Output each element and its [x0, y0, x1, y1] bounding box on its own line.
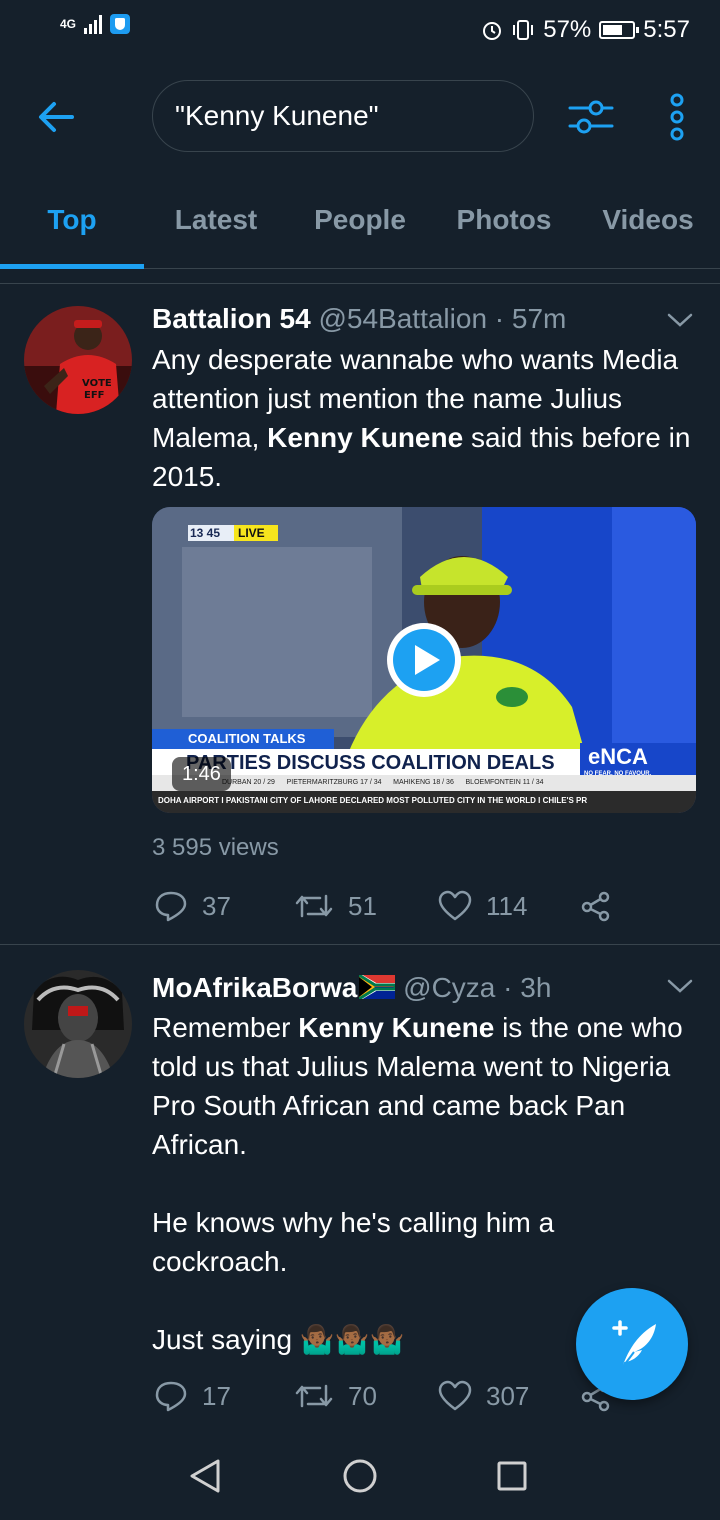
like-button[interactable]: 114	[438, 886, 527, 926]
svg-text:EFF: EFF	[84, 390, 105, 401]
video-headline: PARTIES DISCUSS COALITION DEALS	[186, 752, 555, 774]
video-slogan: NO FEAR. NO FAVOUR.	[584, 771, 652, 777]
tweet-header: MoAfrikaBorwa @Cyza · 3h	[152, 972, 551, 1004]
video-weather: DURBAN 20 / 29 PIETERMARITZBURG 17 / 34 …	[222, 779, 544, 786]
reply-button[interactable]: 37	[154, 886, 231, 926]
network-type: 4G	[60, 17, 77, 31]
svg-text:VOTE: VOTE	[82, 378, 112, 389]
avatar-image	[24, 970, 132, 1078]
share-icon	[581, 891, 610, 922]
retweet-icon	[295, 894, 333, 918]
nav-home-icon[interactable]	[342, 1458, 378, 1494]
retweet-count: 51	[348, 890, 377, 921]
like-button[interactable]: 307	[438, 1376, 529, 1416]
divider	[0, 944, 720, 945]
tab-people[interactable]: People	[288, 172, 432, 268]
tweet-actions: 37 51 114	[152, 886, 632, 926]
active-tab-indicator	[0, 264, 144, 269]
retweet-button[interactable]: 51	[294, 886, 377, 926]
tweet-header: Battalion 54 @54Battalion · 57m	[152, 303, 566, 335]
retweet-count: 70	[348, 1380, 377, 1411]
clock: 5:57	[643, 16, 690, 43]
video-player[interactable]: 13 45 LIVE COALITION TALKS PARTIES DISCU…	[152, 507, 696, 813]
search-tabs: Top Latest People Photos Videos	[0, 172, 720, 269]
video-brand: NCA	[600, 744, 648, 769]
handle-time: @Cyza · 3h	[395, 972, 552, 1003]
tab-top[interactable]: Top	[0, 172, 144, 268]
search-header: "Kenny Kunene"	[0, 62, 720, 172]
search-input[interactable]: "Kenny Kunene"	[152, 80, 534, 152]
compose-feather-icon	[612, 1320, 656, 1369]
tweet-text: Any desperate wannabe who wants Media at…	[152, 340, 692, 496]
video-brand-logo: eNCA	[588, 745, 648, 769]
retweet-button[interactable]: 70	[294, 1376, 377, 1416]
status-right: 57% 5:57	[481, 16, 690, 44]
signal-icon	[84, 14, 103, 34]
like-count: 114	[486, 890, 528, 921]
heart-icon	[438, 1380, 472, 1411]
nav-recents-icon[interactable]	[496, 1460, 528, 1492]
south-africa-flag-icon	[358, 973, 397, 1001]
nav-back-icon[interactable]	[188, 1458, 222, 1494]
system-navigation-bar	[0, 1430, 720, 1520]
share-button[interactable]	[580, 886, 612, 926]
avatar[interactable]	[24, 970, 132, 1078]
view-count: 3 595 views	[152, 834, 279, 861]
retweet-icon	[295, 1384, 333, 1408]
tab-photos[interactable]: Photos	[432, 172, 576, 268]
divider	[0, 283, 720, 284]
video-duration: 1:46	[172, 757, 231, 791]
avatar-image: VOTE EFF	[24, 306, 132, 414]
battery-icon	[599, 21, 640, 39]
video-brand-e: e	[588, 744, 601, 769]
tweet-text-part: Remember	[152, 1012, 299, 1043]
display-name[interactable]: MoAfrikaBorwa	[152, 972, 357, 1003]
reply-icon	[155, 891, 187, 922]
alarm-icon	[483, 22, 502, 40]
vibrate-icon	[513, 20, 534, 40]
reply-icon	[155, 1381, 187, 1412]
like-count: 307	[486, 1380, 530, 1411]
tab-latest[interactable]: Latest	[144, 172, 288, 268]
chevron-down-icon[interactable]	[666, 310, 694, 330]
tweet-actions: 17 70 307	[152, 1376, 632, 1416]
handle-time: @54Battalion · 57m	[310, 303, 567, 334]
display-name[interactable]: Battalion 54	[152, 303, 311, 334]
status-bar: 4G 57% 5:57	[0, 0, 720, 62]
reply-count: 37	[202, 890, 231, 921]
tweet-text-highlight: Kenny Kunene	[267, 422, 464, 453]
search-query: "Kenny Kunene"	[175, 100, 379, 131]
shield-icon	[110, 14, 131, 34]
reply-count: 17	[202, 1380, 231, 1411]
back-arrow-icon[interactable]	[32, 92, 82, 142]
filter-icon[interactable]	[566, 92, 616, 142]
video-section: COALITION TALKS	[188, 731, 306, 746]
reply-button[interactable]: 17	[154, 1376, 231, 1416]
tab-videos[interactable]: Videos	[576, 172, 720, 268]
heart-icon	[438, 890, 472, 921]
avatar[interactable]: VOTE EFF	[24, 306, 132, 414]
tweet-text-highlight: Kenny Kunene	[298, 1012, 495, 1043]
video-ticker: DOHA AIRPORT I PAKISTANI CITY OF LAHORE …	[158, 796, 588, 805]
video-clock: 13 45	[190, 526, 221, 540]
compose-tweet-button[interactable]	[576, 1288, 688, 1400]
video-live-badge: LIVE	[238, 526, 265, 540]
more-options-icon[interactable]	[662, 92, 692, 142]
chevron-down-icon[interactable]	[666, 976, 694, 996]
status-left: 4G	[60, 14, 131, 34]
battery-percent: 57%	[543, 16, 592, 43]
